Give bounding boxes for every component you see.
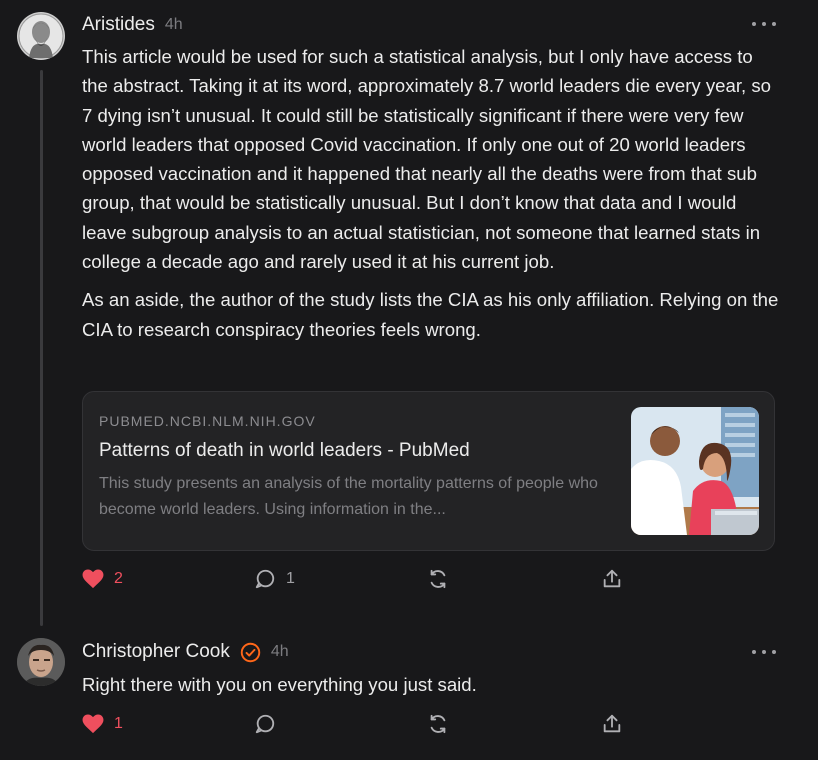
- restack-button[interactable]: [427, 566, 449, 592]
- link-thumbnail: [631, 407, 759, 535]
- avatar[interactable]: [17, 638, 65, 686]
- action-bar: 1: [82, 711, 682, 737]
- link-preview-card[interactable]: PUBMED.NCBI.NLM.NIH.GOV Patterns of deat…: [82, 391, 775, 551]
- author-name[interactable]: Aristides: [82, 14, 155, 36]
- comment-paragraph: Right there with you on everything you j…: [82, 674, 477, 695]
- link-domain: PUBMED.NCBI.NLM.NIH.GOV: [99, 413, 316, 429]
- reply-button[interactable]: [254, 711, 276, 737]
- avatar[interactable]: [17, 12, 65, 60]
- comment-body: Right there with you on everything you j…: [82, 670, 782, 708]
- heart-icon: [82, 714, 104, 734]
- verified-badge-icon: [240, 642, 261, 662]
- share-icon: [603, 569, 621, 588]
- link-description: This study presents an analysis of the m…: [99, 475, 598, 518]
- restack-icon: [430, 714, 446, 734]
- share-button[interactable]: [601, 711, 623, 737]
- comment-body: This article would be used for such a st…: [82, 42, 782, 353]
- like-count: 1: [114, 715, 123, 732]
- like-button[interactable]: 2: [82, 566, 123, 592]
- comment-bubble-icon: [255, 714, 275, 734]
- comment-paragraph: This article would be used for such a st…: [82, 46, 771, 273]
- comment-paragraph: As an aside, the author of the study lis…: [82, 289, 779, 340]
- share-button[interactable]: [601, 566, 623, 592]
- restack-button[interactable]: [427, 711, 449, 737]
- link-title: Patterns of death in world leaders - Pub…: [99, 440, 470, 461]
- thread-line: [40, 70, 43, 626]
- share-icon: [603, 714, 621, 733]
- timestamp[interactable]: 4h: [165, 16, 183, 34]
- comment-header: Christopher Cook 4h: [82, 639, 289, 665]
- more-options-icon[interactable]: [752, 18, 776, 30]
- reply-button[interactable]: 1: [254, 566, 295, 592]
- author-name[interactable]: Christopher Cook: [82, 641, 230, 663]
- timestamp[interactable]: 4h: [271, 643, 289, 661]
- more-options-icon[interactable]: [752, 646, 776, 658]
- heart-icon: [82, 569, 104, 589]
- restack-icon: [430, 569, 446, 589]
- comment-header: Aristides 4h: [82, 12, 183, 38]
- like-count: 2: [114, 570, 123, 587]
- like-button[interactable]: 1: [82, 711, 123, 737]
- reply-count: 1: [286, 570, 295, 587]
- comment-bubble-icon: [255, 569, 275, 589]
- action-bar: 2 1: [82, 566, 682, 592]
